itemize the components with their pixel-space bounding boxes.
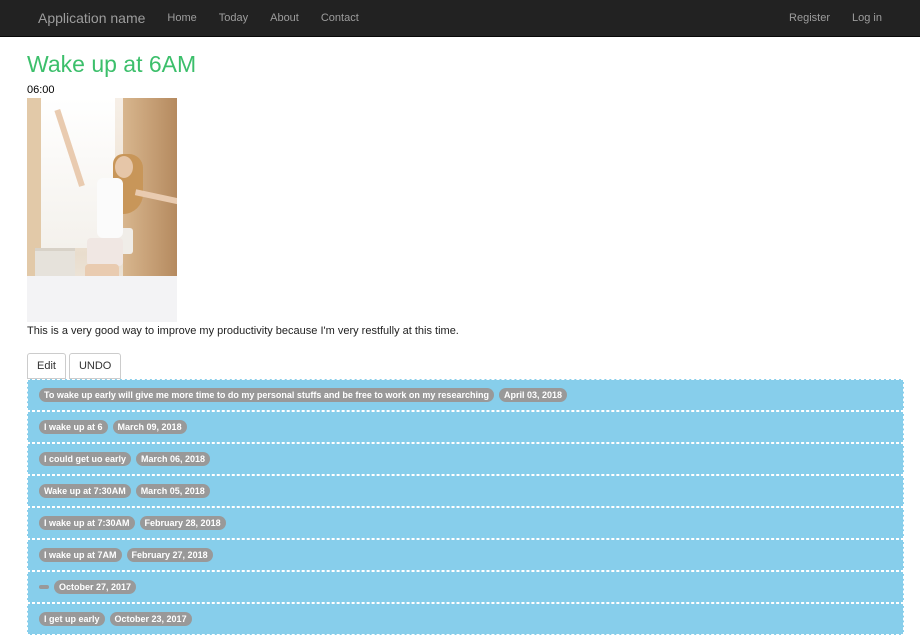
edit-button[interactable]: Edit <box>27 353 66 379</box>
entry-text-badge: I get up early <box>39 612 105 626</box>
list-item[interactable]: I wake up at 7:30AM February 28, 2018 <box>27 507 904 539</box>
list-item[interactable]: October 27, 2017 <box>27 571 904 603</box>
brand-link[interactable]: Application name <box>38 10 145 26</box>
undo-button[interactable]: UNDO <box>68 353 122 379</box>
nav-account-links: Register Log in <box>767 12 882 24</box>
entry-text-badge: I wake up at 7AM <box>39 548 122 562</box>
list-item[interactable]: Wake up at 7:30AM March 05, 2018 <box>27 475 904 507</box>
nav-home-link[interactable]: Home <box>167 12 196 24</box>
entry-text-badge: I wake up at 7:30AM <box>39 516 135 530</box>
list-item[interactable]: I could get uo early March 06, 2018 <box>27 443 904 475</box>
list-item[interactable]: To wake up early will give me more time … <box>27 379 904 411</box>
nav-links: Home Today About Contact <box>167 12 380 24</box>
list-item[interactable]: I get up early October 23, 2017 <box>27 603 904 635</box>
entry-text-badge <box>39 585 49 589</box>
photo-bed <box>27 276 177 322</box>
list-item[interactable]: I wake up at 6 March 09, 2018 <box>27 411 904 443</box>
list-item[interactable]: I wake up at 7AM February 27, 2018 <box>27 539 904 571</box>
entry-date-badge: March 05, 2018 <box>135 484 210 498</box>
action-buttons: Edit UNDO <box>27 353 904 379</box>
entry-date-badge: October 27, 2017 <box>54 580 137 594</box>
entry-date-badge: February 27, 2018 <box>126 548 213 562</box>
habit-photo <box>27 98 177 322</box>
top-navbar: Application name Home Today About Contac… <box>0 0 920 37</box>
login-link[interactable]: Log in <box>852 12 882 24</box>
register-link[interactable]: Register <box>789 12 830 24</box>
nav-today-link[interactable]: Today <box>219 12 248 24</box>
entry-text-badge: Wake up at 7:30AM <box>39 484 131 498</box>
photo-torso <box>97 178 123 238</box>
main-content: Wake up at 6AM 06:00 This is a very good… <box>0 51 920 635</box>
photo-head <box>115 156 133 178</box>
entry-text-badge: I wake up at 6 <box>39 420 108 434</box>
photo-shorts <box>87 238 123 266</box>
habit-time: 06:00 <box>27 84 55 96</box>
nav-about-link[interactable]: About <box>270 12 299 24</box>
page-title: Wake up at 6AM <box>27 51 197 77</box>
entry-date-badge: October 23, 2017 <box>109 612 192 626</box>
entry-text-badge: I could get uo early <box>39 452 132 466</box>
habit-description: This is a very good way to improve my pr… <box>27 325 459 337</box>
entry-date-badge: March 09, 2018 <box>112 420 187 434</box>
entry-text-badge: To wake up early will give me more time … <box>39 388 494 402</box>
progress-entries-list: To wake up early will give me more time … <box>27 379 904 635</box>
nav-contact-link[interactable]: Contact <box>321 12 359 24</box>
entry-date-badge: April 03, 2018 <box>498 388 567 402</box>
entry-date-badge: February 28, 2018 <box>139 516 226 530</box>
entry-date-badge: March 06, 2018 <box>136 452 211 466</box>
